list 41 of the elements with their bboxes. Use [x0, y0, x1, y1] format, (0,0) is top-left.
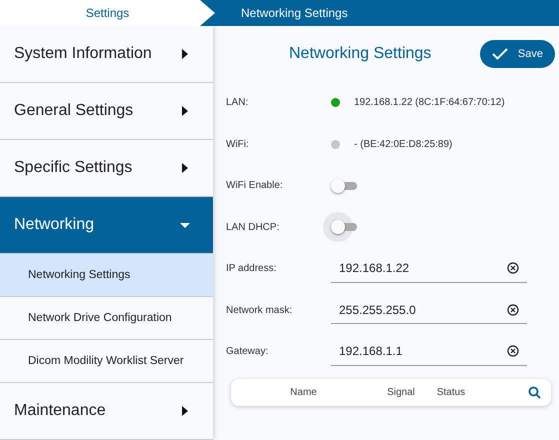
row-label: LAN DHCP: [226, 222, 280, 233]
breadcrumb-item[interactable]: Settings [0, 0, 215, 26]
column-header: Name [289, 386, 318, 398]
toggle-switch[interactable] [331, 178, 359, 193]
row-label: Network mask: [226, 304, 294, 316]
input-field[interactable]: 192.168.1.1 [331, 338, 527, 366]
sidebar-item[interactable]: Networking Settings [0, 254, 213, 297]
row-label: WiFi: [226, 138, 250, 150]
row-label: WiFi Enable: [226, 180, 284, 192]
section-label: Specific Settings [14, 159, 132, 177]
toggle-switch[interactable] [331, 220, 359, 234]
checkmark-icon [492, 48, 508, 60]
sidebar-section[interactable]: Networking [0, 197, 213, 254]
sidebar-section[interactable]: Maintenance [0, 383, 213, 440]
section-label: Maintenance [14, 402, 106, 420]
input-field[interactable]: 255.255.255.0 [331, 296, 527, 324]
breadcrumb-item[interactable]: Networking Settings [215, 0, 559, 26]
field-value[interactable]: 192.168.1.22 [339, 261, 489, 276]
section-label: General Settings [14, 102, 134, 120]
field-value[interactable]: 255.255.255.0 [339, 302, 489, 317]
column-header: Signal [386, 386, 416, 398]
sidebar-section[interactable]: System Information [0, 26, 213, 83]
row-label: IP address: [226, 263, 278, 274]
clear-icon[interactable] [507, 262, 519, 274]
clear-icon[interactable] [507, 304, 519, 316]
status-value: - (BE:42:0E:D8:25:89) [354, 138, 452, 150]
search-icon[interactable] [528, 386, 541, 398]
sidebar-item[interactable]: Dicom Modility Worklist Server [0, 340, 213, 383]
column-header: Status [436, 386, 466, 398]
save-button[interactable]: Save [480, 40, 555, 68]
clear-icon[interactable] [507, 345, 519, 358]
sidebar-item[interactable]: Network Drive Configuration [0, 297, 213, 340]
row-label: Gateway: [226, 346, 270, 358]
status-value: 192.168.1.22 (8C:1F:64:67:70:12) [354, 97, 505, 108]
sidebar-section[interactable]: General Settings [0, 83, 213, 140]
input-field[interactable]: 192.168.1.22 [331, 254, 527, 283]
field-value[interactable]: 192.168.1.1 [339, 344, 489, 358]
row-label: LAN: [226, 97, 250, 108]
section-label: Networking [14, 216, 94, 234]
section-label: System Information [14, 45, 152, 63]
page-title: Networking Settings [289, 45, 432, 63]
